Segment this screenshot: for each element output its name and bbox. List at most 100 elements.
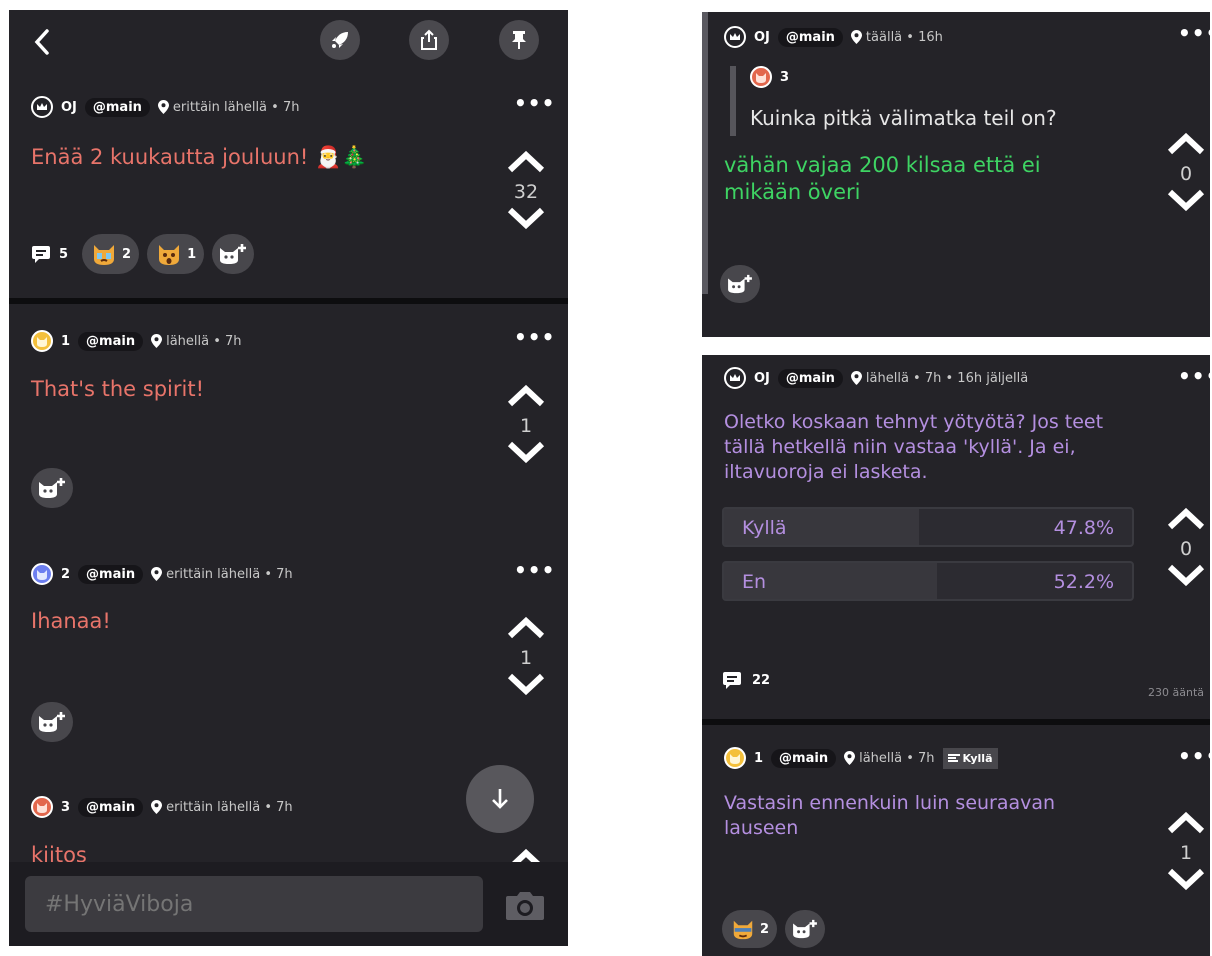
upvote-button[interactable] bbox=[1166, 132, 1206, 160]
reaction-shocked-cat[interactable]: 1 bbox=[147, 234, 205, 274]
location-time: lähellä • 7h bbox=[151, 334, 242, 349]
poll-option-label: En bbox=[742, 571, 767, 593]
scroll-to-bottom-button[interactable] bbox=[466, 765, 534, 833]
vote-count: 0 bbox=[1179, 538, 1193, 560]
pin-icon bbox=[512, 31, 526, 49]
poll-question: Oletko koskaan tehnyt yötyötä? Jos teet … bbox=[724, 411, 1104, 483]
location-text: erittäin lähellä • 7h bbox=[166, 799, 293, 815]
post-options-button[interactable]: ••• bbox=[514, 560, 555, 580]
add-reaction-button[interactable] bbox=[31, 702, 73, 742]
chevron-up-icon bbox=[1167, 507, 1205, 530]
vote-control: 0 bbox=[1166, 132, 1206, 216]
post-options-button[interactable]: ••• bbox=[1178, 23, 1210, 43]
post-options-button[interactable]: ••• bbox=[514, 93, 555, 113]
upvote-button[interactable] bbox=[506, 616, 546, 644]
rocket-icon bbox=[332, 32, 348, 48]
crown-icon bbox=[730, 374, 740, 381]
downvote-button[interactable] bbox=[506, 206, 546, 234]
location-pin-icon bbox=[151, 334, 163, 348]
channel-tag[interactable]: @main bbox=[777, 27, 843, 47]
cat-emoji-icon bbox=[733, 920, 753, 940]
cat-face-icon bbox=[730, 754, 740, 764]
downvote-button[interactable] bbox=[1166, 867, 1206, 895]
reaction-crying-cat[interactable]: 2 bbox=[82, 234, 140, 274]
left-thread-screen: OJ @main erittäin lähellä • 7h ••• Enää … bbox=[9, 10, 568, 946]
quoted-text: Kuinka pitkä välimatka teil on? bbox=[750, 106, 1057, 130]
location-text: lähellä • 7h bbox=[859, 750, 935, 766]
chevron-down-icon bbox=[1167, 189, 1205, 212]
upvote-button[interactable] bbox=[506, 150, 546, 178]
channel-tag[interactable]: @main bbox=[771, 748, 837, 768]
boost-button[interactable] bbox=[320, 20, 360, 60]
back-button[interactable] bbox=[31, 28, 57, 58]
channel-tag[interactable]: @main bbox=[84, 97, 150, 117]
location-time: erittäin lähellä • 7h bbox=[157, 99, 300, 115]
location-text: erittäin lähellä • 7h bbox=[172, 99, 300, 115]
op-post-meta: OJ @main erittäin lähellä • 7h bbox=[31, 96, 299, 118]
location-text: täällä • 16h bbox=[865, 29, 943, 45]
downvote-button[interactable] bbox=[1166, 563, 1206, 591]
vote-count: 0 bbox=[1179, 163, 1193, 185]
reaction-bar: 5 2 1 bbox=[31, 234, 255, 274]
reaction-bar bbox=[720, 265, 760, 303]
poll-post-meta: OJ @main lähellä • 7h • 16h jäljellä bbox=[724, 367, 1028, 389]
downvote-button[interactable] bbox=[506, 672, 546, 700]
reply-text: Vastasin ennenkuin luin seuraavan lausee… bbox=[724, 792, 1056, 839]
chevron-left-icon bbox=[34, 29, 49, 55]
downvote-button[interactable] bbox=[506, 440, 546, 468]
scroll-indicator bbox=[702, 12, 708, 294]
camera-button[interactable] bbox=[504, 890, 546, 926]
vote-count: 1 bbox=[1179, 842, 1193, 864]
crown-icon bbox=[37, 103, 47, 110]
crown-icon bbox=[730, 33, 740, 40]
chevron-down-icon bbox=[507, 673, 545, 696]
chevron-down-icon bbox=[507, 441, 545, 464]
add-reaction-button[interactable] bbox=[785, 910, 826, 948]
post-options-button[interactable]: ••• bbox=[1178, 746, 1210, 766]
crying-cat-emoji-icon bbox=[94, 245, 115, 265]
upvote-button[interactable] bbox=[1166, 811, 1206, 839]
location-text: lähellä • 7h • 16h jäljellä bbox=[865, 370, 1029, 386]
channel-tag[interactable]: @main bbox=[78, 331, 144, 351]
downvote-button[interactable] bbox=[1166, 188, 1206, 216]
add-reaction-cat-icon bbox=[728, 274, 752, 294]
comment-count[interactable]: 5 bbox=[31, 244, 68, 264]
composer-bar bbox=[9, 862, 568, 946]
share-button[interactable] bbox=[409, 20, 449, 60]
reaction-bar bbox=[31, 468, 73, 508]
add-reaction-cat-icon bbox=[220, 244, 247, 264]
location-time: lähellä • 7h • 16h jäljellä bbox=[850, 370, 1029, 386]
poll-option-percent: 52.2% bbox=[1053, 571, 1114, 593]
poll-thread-card: OJ @main lähellä • 7h • 16h jäljellä •••… bbox=[702, 355, 1210, 956]
channel-tag[interactable]: @main bbox=[78, 797, 144, 817]
cat-face-icon bbox=[37, 570, 47, 580]
vote-control: 1 bbox=[1166, 811, 1206, 895]
arrow-down-icon bbox=[492, 789, 508, 809]
add-reaction-button[interactable] bbox=[31, 468, 73, 508]
reply-avatar-blue bbox=[31, 563, 53, 585]
channel-tag[interactable]: @main bbox=[78, 564, 144, 584]
cat-face-icon bbox=[756, 73, 766, 83]
add-reaction-button[interactable] bbox=[212, 234, 255, 274]
reply-input[interactable] bbox=[25, 876, 483, 932]
pin-button[interactable] bbox=[499, 20, 539, 60]
reaction-cat-face[interactable]: 2 bbox=[722, 910, 778, 948]
quoted-post[interactable]: 3 Kuinka pitkä välimatka teil on? bbox=[730, 66, 1116, 136]
location-time: täällä • 16h bbox=[850, 29, 943, 45]
post-options-button[interactable]: ••• bbox=[1178, 366, 1210, 386]
add-reaction-button[interactable] bbox=[720, 265, 760, 303]
comment-count[interactable]: 22 bbox=[722, 670, 770, 690]
add-reaction-cat-icon bbox=[793, 919, 817, 939]
upvote-button[interactable] bbox=[506, 384, 546, 412]
poll-option-percent: 47.8% bbox=[1053, 517, 1114, 539]
channel-tag[interactable]: @main bbox=[777, 368, 843, 388]
poll-reply-meta: 1 @main lähellä • 7h Kyllä bbox=[724, 747, 998, 769]
upvote-button[interactable] bbox=[1166, 507, 1206, 535]
reply-text: vähän vajaa 200 kilsaa että ei mikään öv… bbox=[724, 153, 1041, 204]
reply-2-meta: 2 @main erittäin lähellä • 7h bbox=[31, 563, 293, 585]
poll-option-kylla[interactable]: Kyllä 47.8% bbox=[722, 507, 1134, 547]
shocked-cat-emoji-icon bbox=[159, 245, 180, 265]
post-options-button[interactable]: ••• bbox=[514, 327, 555, 347]
poll-option-en[interactable]: En 52.2% bbox=[722, 561, 1134, 601]
share-icon bbox=[421, 29, 437, 50]
